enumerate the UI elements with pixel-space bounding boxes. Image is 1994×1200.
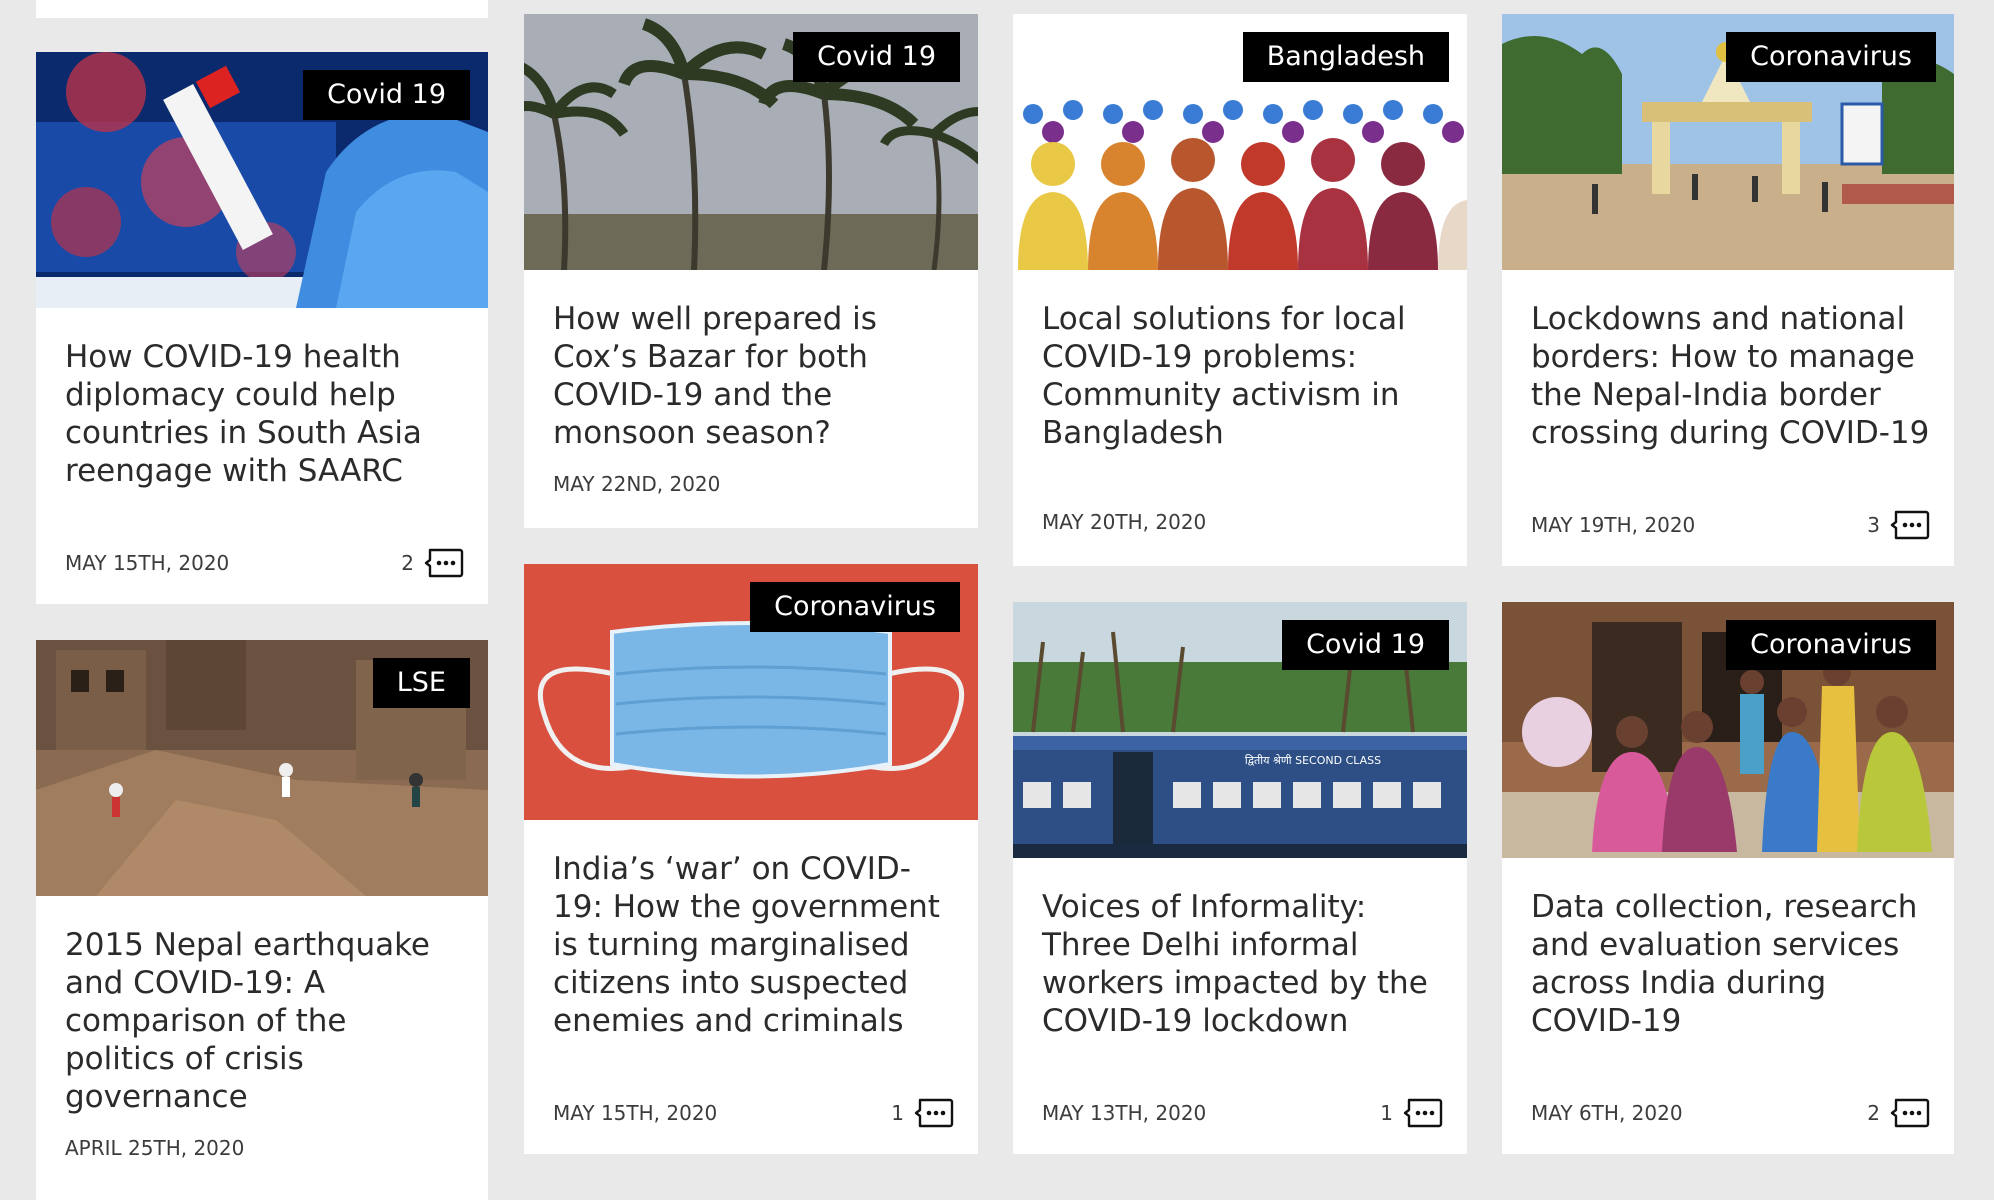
article-meta: MAY 15TH, 2020 2 bbox=[65, 548, 464, 578]
article-title[interactable]: India’s ‘war’ on COVID-19: How the gover… bbox=[553, 850, 956, 1040]
article-meta: APRIL 25TH, 2020 bbox=[65, 1136, 464, 1160]
article-card[interactable]: LSE 2015 Nepal earthquake and COVID-19: … bbox=[36, 640, 488, 1200]
article-image[interactable]: Bangladesh bbox=[1013, 14, 1467, 270]
article-image[interactable]: Coronavirus bbox=[1502, 14, 1954, 270]
comments-link[interactable]: 2 bbox=[401, 548, 464, 578]
category-tag[interactable]: Coronavirus bbox=[1726, 620, 1936, 670]
article-meta: MAY 6TH, 2020 2 bbox=[1531, 1098, 1930, 1128]
comment-count: 2 bbox=[401, 551, 414, 575]
category-tag[interactable]: Covid 19 bbox=[303, 70, 470, 120]
comment-bubble-icon bbox=[424, 548, 464, 578]
previous-card-stub bbox=[36, 0, 488, 18]
article-date: MAY 6TH, 2020 bbox=[1531, 1101, 1683, 1125]
article-title[interactable]: Data collection, research and evaluation… bbox=[1531, 888, 1932, 1040]
comment-bubble-icon bbox=[1890, 1098, 1930, 1128]
article-title[interactable]: Local solutions for local COVID-19 probl… bbox=[1042, 300, 1445, 452]
article-card[interactable]: द्वितीय श्रेणी SECOND CLASS Covid 19 Voi… bbox=[1013, 602, 1467, 1154]
article-image[interactable]: Coronavirus bbox=[524, 564, 978, 820]
article-card[interactable]: Coronavirus Data collection, research an… bbox=[1502, 602, 1954, 1154]
article-date: MAY 15TH, 2020 bbox=[553, 1101, 718, 1125]
article-date: MAY 22ND, 2020 bbox=[553, 472, 721, 496]
article-image[interactable]: Covid 19 bbox=[36, 52, 488, 308]
article-date: APRIL 25TH, 2020 bbox=[65, 1136, 245, 1160]
category-tag[interactable]: Coronavirus bbox=[1726, 32, 1936, 82]
comments-link[interactable]: 1 bbox=[891, 1098, 954, 1128]
article-image[interactable]: Coronavirus bbox=[1502, 602, 1954, 858]
article-meta: MAY 20TH, 2020 bbox=[1042, 510, 1443, 534]
article-title[interactable]: Lockdowns and national borders: How to m… bbox=[1531, 300, 1932, 452]
comment-count: 1 bbox=[1380, 1101, 1393, 1125]
article-card[interactable]: Covid 19 How well prepared is Cox’s Baza… bbox=[524, 14, 978, 528]
train-class-label: द्वितीय श्रेणी SECOND CLASS bbox=[1245, 754, 1381, 767]
comment-count: 1 bbox=[891, 1101, 904, 1125]
article-date: MAY 19TH, 2020 bbox=[1531, 513, 1696, 537]
comment-bubble-icon bbox=[914, 1098, 954, 1128]
article-date: MAY 13TH, 2020 bbox=[1042, 1101, 1207, 1125]
article-meta: MAY 22ND, 2020 bbox=[553, 472, 954, 496]
comment-bubble-icon bbox=[1890, 510, 1930, 540]
comment-bubble-icon bbox=[1403, 1098, 1443, 1128]
category-tag[interactable]: LSE bbox=[372, 658, 470, 708]
article-title[interactable]: How COVID-19 health diplomacy could help… bbox=[65, 338, 466, 490]
comment-count: 2 bbox=[1867, 1101, 1880, 1125]
comment-count: 3 bbox=[1867, 513, 1880, 537]
article-card[interactable]: Coronavirus Lockdowns and national borde… bbox=[1502, 14, 1954, 566]
category-tag[interactable]: Covid 19 bbox=[1282, 620, 1449, 670]
article-title[interactable]: 2015 Nepal earthquake and COVID-19: A co… bbox=[65, 926, 466, 1116]
article-meta: MAY 15TH, 2020 1 bbox=[553, 1098, 954, 1128]
article-meta: MAY 19TH, 2020 3 bbox=[1531, 510, 1930, 540]
comments-link[interactable]: 2 bbox=[1867, 1098, 1930, 1128]
article-meta: MAY 13TH, 2020 1 bbox=[1042, 1098, 1443, 1128]
comments-link[interactable]: 3 bbox=[1867, 510, 1930, 540]
comments-link[interactable]: 1 bbox=[1380, 1098, 1443, 1128]
article-date: MAY 20TH, 2020 bbox=[1042, 510, 1207, 534]
article-image[interactable]: Covid 19 bbox=[524, 14, 978, 270]
article-card[interactable]: Bangladesh Local solutions for local COV… bbox=[1013, 14, 1467, 566]
article-image[interactable]: LSE bbox=[36, 640, 488, 896]
article-title[interactable]: Voices of Informality: Three Delhi infor… bbox=[1042, 888, 1445, 1040]
article-card[interactable]: Covid 19 How COVID-19 health diplomacy c… bbox=[36, 52, 488, 604]
category-tag[interactable]: Coronavirus bbox=[750, 582, 960, 632]
category-tag[interactable]: Bangladesh bbox=[1242, 32, 1449, 82]
article-card[interactable]: Coronavirus India’s ‘war’ on COVID-19: H… bbox=[524, 564, 978, 1154]
category-tag[interactable]: Covid 19 bbox=[793, 32, 960, 82]
article-date: MAY 15TH, 2020 bbox=[65, 551, 230, 575]
article-image[interactable]: द्वितीय श्रेणी SECOND CLASS Covid 19 bbox=[1013, 602, 1467, 858]
article-title[interactable]: How well prepared is Cox’s Bazar for bot… bbox=[553, 300, 956, 452]
